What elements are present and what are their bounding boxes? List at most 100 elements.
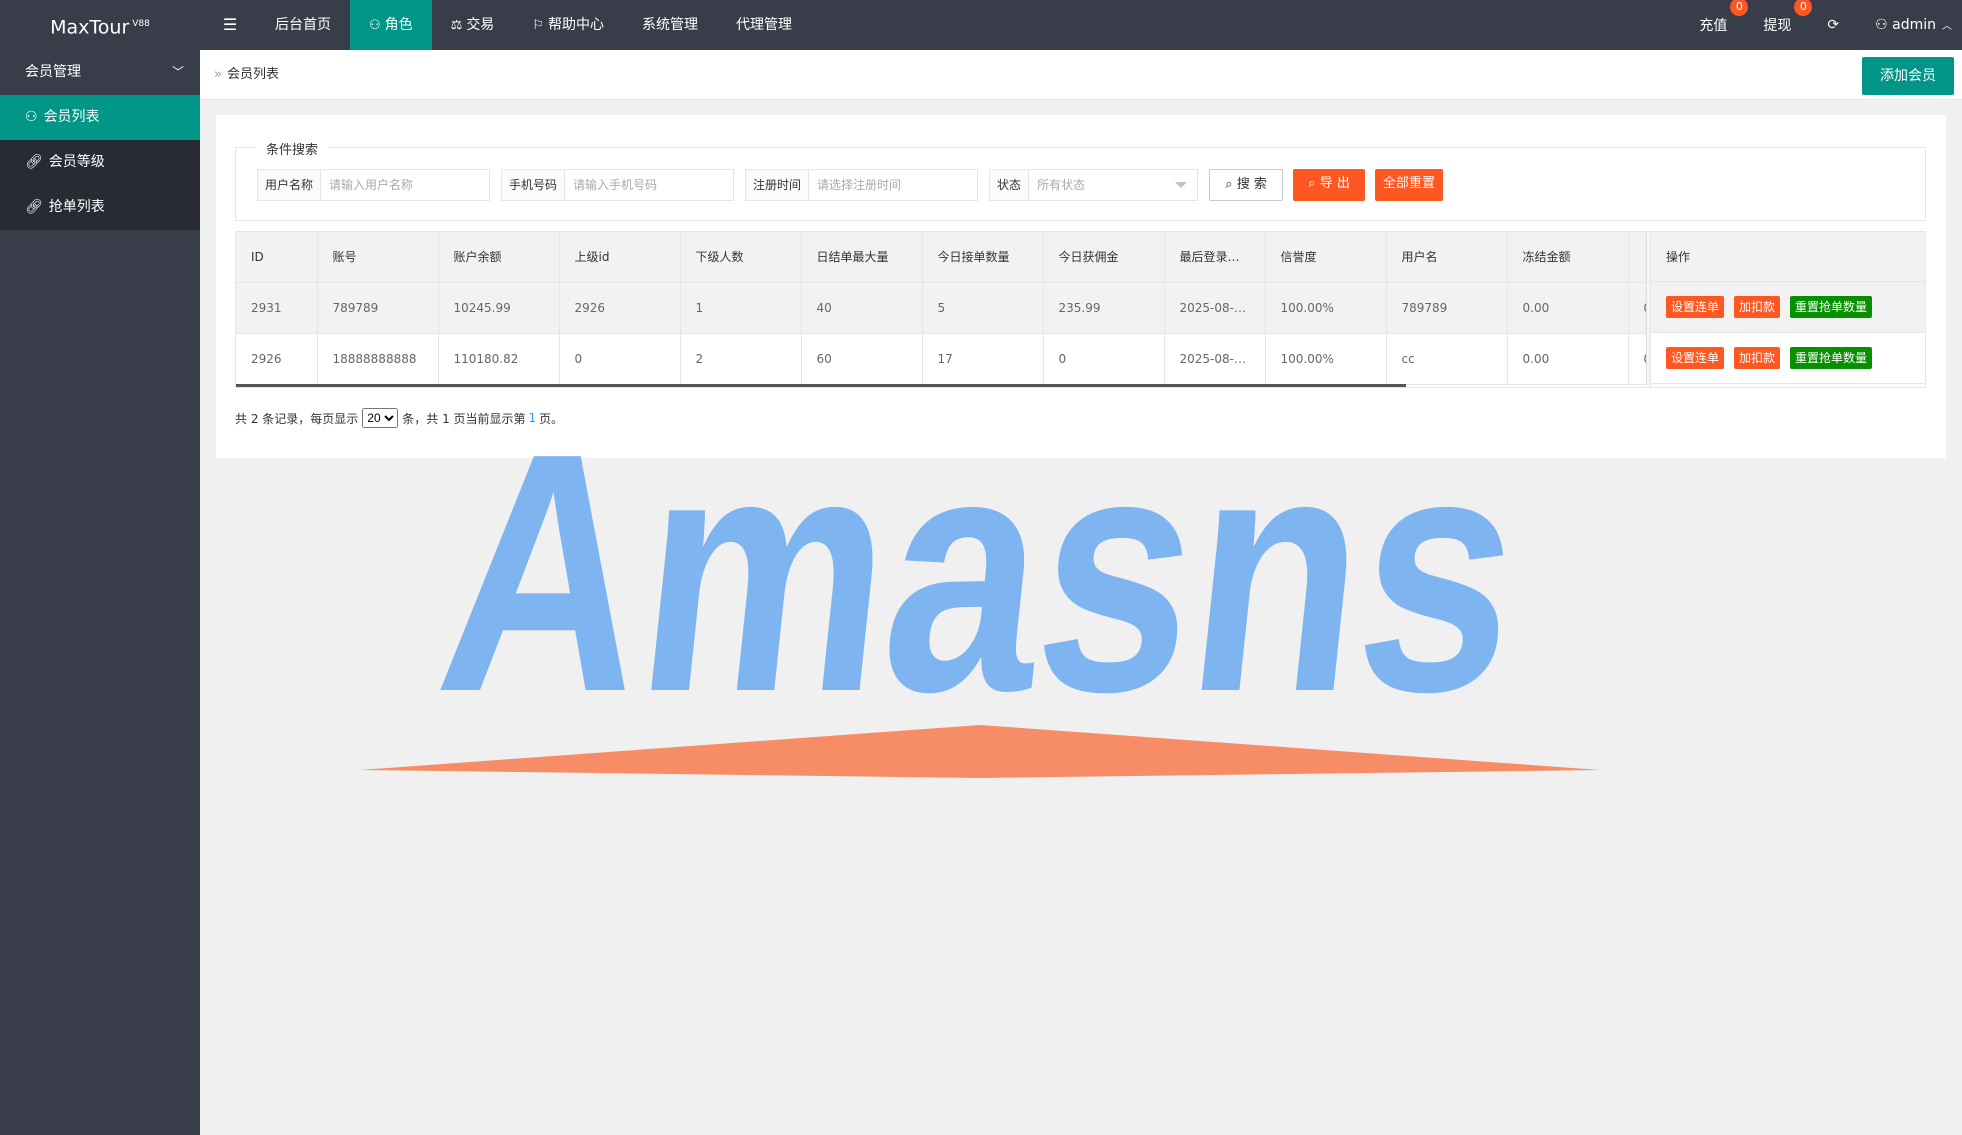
reset-grab-count-button[interactable]: 重置抢单数量 <box>1790 347 1873 369</box>
phone-input[interactable]: 请输入手机号码 <box>565 170 734 200</box>
user-icon: ⚇ <box>369 18 381 33</box>
table-cell: 0 <box>1628 282 1647 334</box>
table-cell: 17 <box>922 333 1044 385</box>
add-member-button[interactable]: 添加会员 <box>1862 57 1954 95</box>
regtime-group: 注册时间 请选择注册时间 <box>745 169 979 201</box>
username-input[interactable]: 请输入用户名称 <box>321 170 490 200</box>
table-cell: 100.00% <box>1265 282 1387 334</box>
recharge-badge: 0 <box>1730 0 1749 16</box>
table-cell: 110180.82 <box>438 333 560 385</box>
pager-suffix: 页。 <box>539 411 564 426</box>
table-cell: 235.99 <box>1043 282 1165 334</box>
export-button[interactable]: ⌕ 导 出 <box>1293 169 1366 201</box>
status-select[interactable]: 所有状态 <box>1029 170 1198 200</box>
breadcrumb-current[interactable]: 会员列表 <box>227 67 279 82</box>
regtime-input[interactable]: 请选择注册时间 <box>809 170 978 200</box>
table-row[interactable]: 2926 18888888888 110180.82 0 2 60 17 0 2… <box>236 333 1647 385</box>
member-table-grid: ID 账号 账户余额 上级id 下级人数 日结单最大量 今日接单数量 今日获佣金… <box>236 232 1647 385</box>
watermark-bar <box>360 725 1600 778</box>
nav-system[interactable]: 系统管理 <box>623 0 717 50</box>
table-row[interactable]: 2931 789789 10245.99 2926 1 40 5 235.99 … <box>236 282 1647 334</box>
withdraw-link[interactable]: 提现 0 <box>1763 0 1813 35</box>
horizontal-scrollbar[interactable] <box>236 384 1406 387</box>
adjust-balance-button[interactable]: 加扣款 <box>1734 296 1781 318</box>
recharge-link[interactable]: 充值 0 <box>1699 0 1749 35</box>
chevron-up-icon: ︿ <box>1942 21 1952 32</box>
sidebar-item-grab-list[interactable]: 🔗︎ 抢单列表 <box>0 185 200 230</box>
nav-dashboard-label: 后台首页 <box>275 17 331 33</box>
table-cell: 0 <box>1628 333 1647 385</box>
user-menu[interactable]: ⚇ admin ︿ <box>1875 17 1952 33</box>
withdraw-label: 提现 <box>1763 18 1792 34</box>
page-size-select[interactable]: 20 <box>362 408 399 428</box>
col-header[interactable]: 账户余额 <box>438 232 560 283</box>
nav-system-label: 系统管理 <box>641 17 698 33</box>
table-cell: 0 <box>559 333 681 385</box>
reset-button[interactable]: 全部重置 <box>1375 169 1444 201</box>
app-logo[interactable]: MaxTour V88 <box>0 0 200 50</box>
nav-trade-label: 交易 <box>466 17 495 33</box>
table-cell: 2 <box>680 333 802 385</box>
top-nav: 后台首页 ⚇ 角色 ⚖ 交易 ⚐ 帮助中心 系统管理 代理管理 <box>256 0 811 50</box>
ops-row: 设置连单 加扣款 重置抢单数量 <box>1651 333 1925 384</box>
search-legend: 条件搜索 <box>256 139 329 158</box>
search-button[interactable]: ⌕ 搜 索 <box>1209 169 1284 201</box>
sidebar-item-label: 会员列表 <box>43 109 100 125</box>
refresh-icon[interactable]: ⟳ <box>1827 17 1839 33</box>
scale-icon: ⚖ <box>450 18 463 33</box>
nav-dashboard[interactable]: 后台首页 <box>256 0 350 50</box>
col-header[interactable]: 最后登录时... <box>1164 232 1266 283</box>
link-icon: 🔗︎ <box>25 154 43 170</box>
set-chain-order-button[interactable]: 设置连单 <box>1666 296 1725 318</box>
username-group: 用户名称 请输入用户名称 <box>257 169 491 201</box>
col-header[interactable]: 用户名 <box>1386 232 1508 283</box>
operations-column: 操作 设置连单 加扣款 重置抢单数量 设置连单 加扣款 重置抢单数量 <box>1650 232 1925 387</box>
pagination: 共 2 条记录，每页显示 20 条，共 1 页当前显示第 1 页。 <box>235 408 563 428</box>
col-header[interactable]: 下级人数 <box>680 232 802 283</box>
nav-agent[interactable]: 代理管理 <box>717 0 811 50</box>
breadcrumb-separator: » <box>214 67 222 82</box>
sidebar-item-member-list[interactable]: ⚇ 会员列表 <box>0 95 200 140</box>
table-cell: 2926 <box>559 282 681 334</box>
sidebar-item-member-level[interactable]: 🔗︎ 会员等级 <box>0 140 200 185</box>
col-header[interactable]: 日结单最大量 <box>801 232 923 283</box>
col-header[interactable]: 冻结金额 <box>1507 232 1629 283</box>
table-cell: 100.00% <box>1265 333 1387 385</box>
sidebar-group-member[interactable]: 会员管理 ﹀ <box>0 50 200 95</box>
link-icon: 🔗︎ <box>25 199 43 215</box>
table-cell: 2025-08-1... <box>1164 282 1266 334</box>
nav-trade[interactable]: ⚖ 交易 <box>432 0 514 50</box>
col-header[interactable]: 今日获佣金 <box>1043 232 1165 283</box>
breadcrumb: » 会员列表 <box>214 50 279 100</box>
sidebar-item-label: 会员等级 <box>48 154 105 170</box>
col-header[interactable]: 信誉度 <box>1265 232 1387 283</box>
top-header: MaxTour V88 ☰ 后台首页 ⚇ 角色 ⚖ 交易 ⚐ 帮助中心 系统管理 代理管… <box>0 0 1962 50</box>
nav-role[interactable]: ⚇ 角色 <box>350 0 432 50</box>
sidebar: 会员管理 ﹀ ⚇ 会员列表 🔗︎ 会员等级 🔗︎ 抢单列表 <box>0 50 200 1135</box>
sidebar-submenu: ⚇ 会员列表 🔗︎ 会员等级 🔗︎ 抢单列表 <box>0 95 200 230</box>
reset-grab-count-button[interactable]: 重置抢单数量 <box>1790 296 1873 318</box>
pager-middle: 条，共 1 页当前显示第 <box>402 411 526 426</box>
col-header[interactable] <box>1628 232 1647 283</box>
col-header[interactable]: 今日接单数量 <box>922 232 1044 283</box>
phone-label: 手机号码 <box>502 170 566 200</box>
table-cell: 2025-08-1... <box>1164 333 1266 385</box>
chevron-down-icon: ﹀ <box>171 65 184 79</box>
nav-help[interactable]: ⚐ 帮助中心 <box>513 0 623 50</box>
table-header-row: ID 账号 账户余额 上级id 下级人数 日结单最大量 今日接单数量 今日获佣金… <box>236 232 1647 283</box>
col-header[interactable]: 账号 <box>317 232 439 283</box>
menu-fold-icon[interactable]: ☰ <box>210 0 250 50</box>
table-cell: 0.00 <box>1507 282 1629 334</box>
status-label: 状态 <box>990 170 1030 200</box>
table-cell: 18888888888 <box>317 333 439 385</box>
status-group: 状态 所有状态 <box>989 169 1199 201</box>
username-label: 用户名称 <box>258 170 322 200</box>
col-header[interactable]: 上级id <box>559 232 681 283</box>
set-chain-order-button[interactable]: 设置连单 <box>1666 347 1725 369</box>
search-icon: ⌕ <box>1225 177 1237 192</box>
phone-group: 手机号码 请输入手机号码 <box>501 169 735 201</box>
search-fieldset: 条件搜索 用户名称 请输入用户名称 手机号码 请输入手机号码 注册时间 请选择注… <box>235 139 1926 221</box>
adjust-balance-button[interactable]: 加扣款 <box>1734 347 1781 369</box>
nav-role-label: 角色 <box>384 17 413 33</box>
col-header[interactable]: ID <box>236 232 318 283</box>
